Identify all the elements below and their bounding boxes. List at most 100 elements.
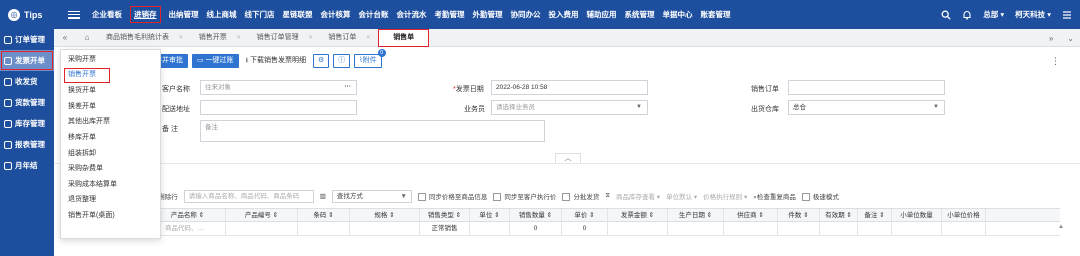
dropdown-item[interactable]: 换差开单: [61, 99, 160, 115]
nav-item[interactable]: 线上商城: [203, 0, 241, 29]
bell-icon[interactable]: [962, 10, 972, 20]
table-column-header[interactable]: 单位 ⇕: [470, 209, 510, 221]
nav-item[interactable]: 进销存: [126, 0, 165, 29]
menu-icon[interactable]: [68, 9, 80, 21]
nav-item[interactable]: 协同办公: [507, 0, 545, 29]
unit-default-select[interactable]: 单位默认 ▾: [666, 191, 697, 201]
table-row[interactable]: 称、商品代码、… 正常销售 0 0: [150, 222, 1060, 236]
chevron-down-icon[interactable]: ⌄: [1067, 34, 1074, 43]
sidebar-item[interactable]: 订单管理: [0, 29, 54, 50]
nav-item[interactable]: 星链联盟: [279, 0, 317, 29]
nav-item[interactable]: 辅助应用: [583, 0, 621, 29]
sales-order-input[interactable]: [788, 80, 945, 95]
tabs-scroll-right-icon[interactable]: »: [1049, 34, 1053, 43]
salesman-select[interactable]: 请选择业务员 ▼: [491, 100, 648, 115]
sidebar-item[interactable]: 库存管理: [0, 113, 54, 134]
collapse-form-button[interactable]: ︿: [555, 153, 581, 163]
stock-view-select[interactable]: 商品库存查看 ▾: [616, 191, 660, 201]
date-input[interactable]: 2022-06-28 10:58: [491, 80, 648, 95]
table-cell[interactable]: 正常销售: [420, 222, 470, 235]
table-cell[interactable]: 0: [562, 222, 608, 235]
dropdown-item[interactable]: 组装拆卸: [61, 146, 160, 162]
nav-item[interactable]: 企业看板: [88, 0, 126, 29]
remark-input[interactable]: 备注: [200, 120, 545, 142]
close-icon[interactable]: ×: [179, 29, 183, 47]
nav-item[interactable]: 考勤管理: [431, 0, 469, 29]
download-invoice-button[interactable]: ⭳ 下载销售发票明细: [242, 54, 309, 68]
table-column-header[interactable]: 备注 ⇕: [858, 209, 892, 221]
dropdown-item[interactable]: 销售开单(桌面): [61, 208, 160, 224]
table-column-header[interactable]: 生产日期 ⇕: [668, 209, 724, 221]
close-icon[interactable]: ×: [237, 29, 241, 47]
dropdown-item[interactable]: 采购杂费单: [61, 161, 160, 177]
nav-item[interactable]: 账套管理: [697, 0, 735, 29]
table-cell[interactable]: [608, 222, 668, 235]
sidebar-item[interactable]: 发票开单: [0, 50, 54, 71]
check-duplicate-button[interactable]: ⌕检查重复商品: [753, 191, 796, 202]
fast-mode-toggle[interactable]: 极速模式: [801, 191, 839, 202]
table-column-header[interactable]: 销售类型 ⇕: [420, 209, 470, 221]
nav-item[interactable]: 外勤管理: [469, 0, 507, 29]
table-cell[interactable]: [820, 222, 858, 235]
warehouse-select[interactable]: 总仓 ▼: [788, 100, 945, 115]
tab[interactable]: 销售开票 ×: [191, 29, 249, 47]
table-column-header[interactable]: 产品名称 ⇕: [150, 209, 226, 221]
user-branch-select[interactable]: 总部 ▾: [983, 9, 1004, 20]
table-column-header[interactable]: 小单位价格: [942, 209, 986, 221]
sidebar-item[interactable]: 货款管理: [0, 92, 54, 113]
sync-customer-price-checkbox[interactable]: 同步至客户执行价: [493, 191, 556, 202]
close-icon[interactable]: ×: [309, 29, 313, 47]
dropdown-item[interactable]: 其他出库开票: [61, 114, 160, 130]
tab[interactable]: 销售单: [378, 28, 430, 47]
table-cell[interactable]: [892, 222, 942, 235]
table-cell[interactable]: 0: [510, 222, 562, 235]
table-column-header[interactable]: 有效期 ⇕: [820, 209, 858, 221]
table-column-header[interactable]: 规格 ⇕: [350, 209, 420, 221]
nav-item[interactable]: 会计流水: [393, 0, 431, 29]
menu-icon[interactable]: [1062, 10, 1072, 20]
filter-icon[interactable]: ⧖: [605, 192, 610, 200]
company-select[interactable]: 柯天科技 ▾: [1015, 9, 1051, 20]
tab[interactable]: 商品销售毛利统计表 ×: [98, 29, 191, 47]
info-button[interactable]: ⓘ: [333, 54, 351, 68]
scroll-up-icon[interactable]: ▲: [1058, 224, 1064, 230]
product-search-input[interactable]: 请输入商品名称、商品代码、商品条码: [183, 189, 314, 203]
table-column-header[interactable]: 件数 ⇕: [778, 209, 820, 221]
price-rule-select[interactable]: 价格执行规则 ▾: [703, 191, 747, 201]
table-cell[interactable]: [668, 222, 724, 235]
table-column-header[interactable]: 产品编号 ⇕: [226, 209, 298, 221]
brand[interactable]: ◎ Tips: [0, 8, 68, 21]
table-column-header[interactable]: 小单位数量: [892, 209, 942, 221]
search-mode-select[interactable]: 查找方式 ▼: [331, 189, 412, 203]
dropdown-item[interactable]: 退货整理: [61, 192, 160, 208]
nav-item[interactable]: 投入费用: [545, 0, 583, 29]
attachment-button[interactable]: ⌇附件 0: [354, 49, 386, 68]
nav-item[interactable]: 线下门店: [241, 0, 279, 29]
nav-item[interactable]: 出纳管理: [165, 0, 203, 29]
batch-ship-checkbox[interactable]: 分批发货: [562, 191, 599, 202]
dropdown-item[interactable]: 采购成本结算单: [61, 177, 160, 193]
table-cell[interactable]: [350, 222, 420, 235]
close-icon[interactable]: ×: [366, 29, 370, 47]
dropdown-item[interactable]: 换货开单: [61, 83, 160, 99]
tab[interactable]: 销售订单管理 ×: [249, 29, 321, 47]
nav-item[interactable]: 会计台账: [355, 0, 393, 29]
dropdown-item[interactable]: 销售开票: [64, 67, 110, 84]
table-cell[interactable]: [858, 222, 892, 235]
nav-item[interactable]: 系统管理: [621, 0, 659, 29]
nav-item[interactable]: 会计核算: [317, 0, 355, 29]
table-column-header[interactable]: 发票金额 ⇕: [608, 209, 668, 221]
sync-price-checkbox[interactable]: 同步价格至商品信息: [417, 191, 487, 202]
scan-icon[interactable]: ▥: [320, 192, 326, 200]
dropdown-item[interactable]: 移库开单: [61, 130, 160, 146]
table-cell[interactable]: [942, 222, 986, 235]
tab[interactable]: 销售订单 ×: [320, 29, 378, 47]
more-vert-icon[interactable]: ⋮: [1051, 56, 1060, 67]
table-column-header[interactable]: 条码 ⇕: [298, 209, 350, 221]
table-cell[interactable]: [226, 222, 298, 235]
dropdown-item[interactable]: 采购开票: [61, 52, 160, 68]
more-horizontal-icon[interactable]: ···: [345, 80, 352, 93]
address-input[interactable]: [200, 100, 357, 115]
table-column-header[interactable]: 供应商 ⇕: [724, 209, 778, 221]
nav-item[interactable]: 单据中心: [659, 0, 697, 29]
